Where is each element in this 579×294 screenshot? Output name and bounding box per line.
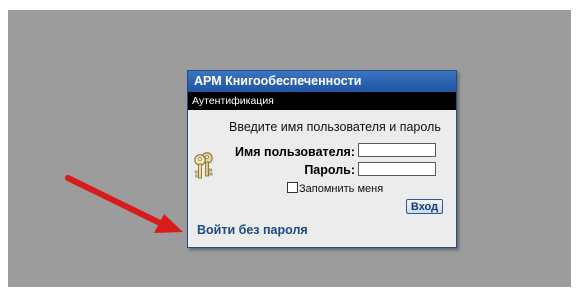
keys-icon bbox=[194, 152, 213, 179]
section-bar: Аутентификация bbox=[188, 92, 456, 110]
password-label: Пароль: bbox=[304, 163, 355, 177]
remember-me-label: Запомнить меня bbox=[299, 183, 384, 195]
dialog-title: АРМ Книгообеспеченности bbox=[194, 74, 362, 88]
password-input[interactable] bbox=[358, 162, 436, 176]
login-dialog: АРМ Книгообеспеченности Аутентификация В… bbox=[187, 70, 457, 248]
username-label: Имя пользователя: bbox=[235, 145, 355, 159]
section-title: Аутентификация bbox=[192, 95, 274, 107]
login-button[interactable]: Вход bbox=[406, 199, 443, 214]
login-without-password-link[interactable]: Войти без пароля bbox=[197, 223, 308, 237]
dialog-titlebar: АРМ Книгообеспеченности bbox=[188, 71, 456, 92]
red-arrow-icon bbox=[65, 175, 183, 233]
remember-me-checkbox[interactable]: Запомнить меня bbox=[287, 182, 383, 195]
checkbox-icon[interactable] bbox=[287, 182, 298, 193]
username-input[interactable] bbox=[358, 143, 436, 157]
instruction-text: Введите имя пользователя и пароль bbox=[229, 120, 441, 134]
